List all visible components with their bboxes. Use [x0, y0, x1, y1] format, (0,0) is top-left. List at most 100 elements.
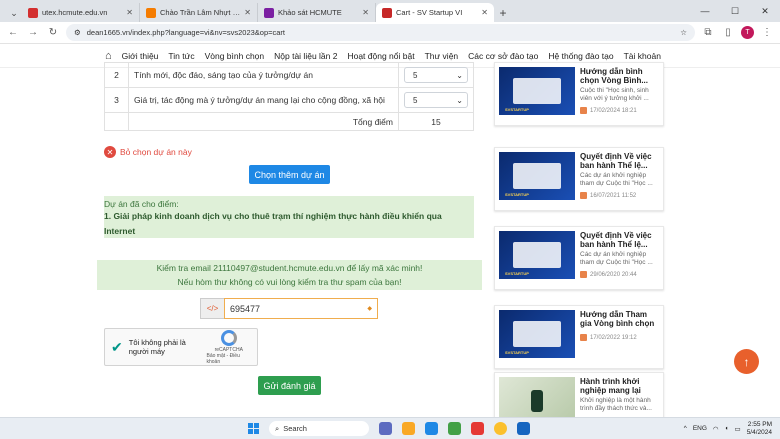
scroll-to-top-button[interactable]: ↑: [734, 349, 759, 374]
windows-taskbar: ⌕ Search ^ ENG ◠ ◖ ▭ 2:55 PM 5/4/2024: [0, 417, 780, 439]
nav-item-gioi-thieu[interactable]: Giới thiệu: [122, 51, 159, 61]
browser-tab-4[interactable]: Cart - SV Startup VI ✕: [376, 3, 494, 22]
taskbar-search-label: Search: [283, 424, 307, 433]
verification-code-input[interactable]: 695477 ◆: [224, 298, 378, 319]
caret-icon: ◆: [367, 306, 372, 312]
clock[interactable]: 2:55 PM 5/4/2024: [747, 421, 772, 437]
url-text: dean1665.vn/index.php?language=vi&nv=svs…: [86, 28, 286, 37]
news-desc: Cuộc thi "Học sinh, sinh viên với ý tưởn…: [580, 87, 649, 102]
choose-more-button[interactable]: Chọn thêm dự án: [249, 165, 330, 184]
new-tab-button[interactable]: +: [494, 3, 512, 22]
file-explorer-icon[interactable]: [402, 422, 415, 435]
news-card[interactable]: SVSTARTUP Quyết định Về việc ban hành Th…: [494, 147, 664, 211]
news-title: Quyết định Về việc ban hành Thể lệ...: [580, 231, 652, 249]
tab-title: Khảo sát HCMUTE: [278, 8, 342, 17]
wifi-icon[interactable]: ◠: [713, 425, 719, 433]
close-tab-icon[interactable]: ✕: [244, 8, 251, 17]
close-window-icon[interactable]: ✕: [750, 0, 780, 22]
news-desc: Khởi nghiệp là một hành trình đầy thách …: [580, 397, 652, 412]
nav-item-hoat-dong[interactable]: Hoạt động nổi bật: [347, 51, 414, 61]
score-select[interactable]: 5 ⌄: [404, 92, 468, 108]
score-cell: 5 ⌄: [398, 87, 474, 113]
url-input[interactable]: ⚙ dean1665.vn/index.php?language=vi&nv=s…: [66, 24, 695, 41]
chevron-down-icon: ⌄: [456, 95, 463, 105]
favicon-icon: [28, 7, 38, 18]
nav-item-he-thong-dao-tao[interactable]: Hệ thống đào tạo: [548, 51, 613, 61]
chrome-icon[interactable]: [494, 422, 507, 435]
bookmark-star-icon[interactable]: ☆: [680, 28, 687, 37]
score-value: 5: [413, 95, 418, 105]
windows-start-icon[interactable]: [248, 423, 259, 434]
remove-project-link[interactable]: ✕ Bỏ chọn dự án này: [104, 146, 192, 158]
news-date: 17/02/2024 18:21: [580, 107, 659, 114]
verify-line-1: Kiểm tra email 21110497@student.hcmute.e…: [156, 263, 423, 273]
main-content: 2 Tính mới, độc đáo, sáng tạo của ý tưởn…: [97, 62, 482, 395]
address-bar: ← → ↻ ⚙ dean1665.vn/index.php?language=v…: [0, 22, 780, 44]
recaptcha-text: Tôi không phải là người máy: [128, 338, 186, 356]
window-controls: — ☐ ✕: [690, 0, 780, 22]
news-title: Quyết định Về việc ban hành Thể lệ...: [580, 152, 652, 170]
reload-icon[interactable]: ↻: [46, 26, 60, 40]
remove-label: Bỏ chọn dự án này: [120, 147, 192, 157]
tray-arrow-icon[interactable]: ^: [684, 425, 687, 432]
site-info-icon[interactable]: ⚙: [74, 28, 81, 37]
nav-item-thu-vien[interactable]: Thư viện: [425, 51, 459, 61]
favicon-icon: [146, 7, 156, 18]
minimize-icon[interactable]: —: [690, 0, 720, 22]
battery-icon[interactable]: ▭: [735, 425, 741, 433]
news-card[interactable]: SVSTARTUP Quyết định Về việc ban hành Th…: [494, 226, 664, 290]
code-icon: </>: [200, 298, 224, 319]
word-icon[interactable]: [517, 422, 530, 435]
news-date: 29/06/2020 20:44: [580, 271, 659, 278]
language-indicator[interactable]: ENG: [693, 425, 707, 432]
score-table: 2 Tính mới, độc đáo, sáng tạo của ý tưởn…: [104, 62, 474, 131]
edge-icon[interactable]: [425, 422, 438, 435]
close-tab-icon[interactable]: ✕: [481, 8, 488, 17]
nav-item-vong-binh-chon[interactable]: Vòng bình chọn: [205, 51, 265, 61]
news-thumbnail: SVSTARTUP: [499, 231, 575, 279]
back-icon[interactable]: ←: [6, 26, 20, 40]
forward-icon[interactable]: →: [26, 26, 40, 40]
score-select[interactable]: 5 ⌄: [404, 67, 468, 83]
news-title: Hành trình khởi nghiệp mang lại cho...: [580, 377, 641, 395]
taskbar-search[interactable]: ⌕ Search: [269, 421, 369, 436]
recaptcha-links[interactable]: Bảo mật - Điều khoản: [207, 353, 252, 365]
news-card[interactable]: Hành trình khởi nghiệp mang lại cho... K…: [494, 372, 664, 418]
criterion-text: Tính mới, độc đáo, sáng tạo của ý tưởng/…: [128, 62, 399, 88]
sidepanel-icon[interactable]: ▯: [721, 26, 735, 40]
nav-item-nop-tai-lieu[interactable]: Nộp tài liệu lần 2: [274, 51, 337, 61]
nav-item-co-so-dao-tao[interactable]: Các cơ sở đào tạo: [468, 51, 538, 61]
news-card[interactable]: SVSTARTUP Hướng dẫn bình chọn Vòng Bình.…: [494, 62, 664, 126]
extensions-icon[interactable]: ⧉: [701, 26, 715, 40]
news-thumbnail: SVSTARTUP: [499, 310, 575, 358]
volume-icon[interactable]: ◖: [725, 425, 729, 432]
browser-tabstrip: ⌄ utex.hcmute.edu.vn ✕ Chào Trần Lâm Nhự…: [0, 0, 780, 22]
row-number: 2: [104, 62, 129, 88]
table-row: 3 Giá trị, tác động mà ý tưởng/dự án man…: [104, 87, 474, 113]
news-date-text: 16/07/2021 11:52: [590, 192, 637, 199]
profile-avatar[interactable]: T: [741, 26, 754, 39]
news-title: Hướng dẫn bình chọn Vòng Bình...: [580, 67, 648, 85]
checkmark-icon[interactable]: ✔: [111, 339, 123, 356]
chosen-label: Dự án đã cho điểm:: [104, 199, 179, 209]
browser-tab-3[interactable]: Khảo sát HCMUTE ✕: [258, 3, 376, 22]
close-tab-icon[interactable]: ✕: [362, 8, 369, 17]
news-desc: Các dự án khởi nghiệp tham dự Cuộc thi "…: [580, 251, 653, 266]
news-card[interactable]: SVSTARTUP Hướng dẫn Tham gia Vòng bình c…: [494, 305, 664, 369]
criterion-text: Giá trị, tác động mà ý tưởng/dự án mang …: [128, 87, 399, 113]
nav-item-tin-tuc[interactable]: Tin tức: [168, 51, 194, 61]
app-icon[interactable]: [471, 422, 484, 435]
nav-item-tai-khoan[interactable]: Tài khoản: [624, 51, 661, 61]
store-icon[interactable]: [448, 422, 461, 435]
browser-tab-1[interactable]: utex.hcmute.edu.vn ✕: [22, 3, 140, 22]
verification-code-field: </> 695477 ◆: [200, 298, 378, 319]
browser-tab-2[interactable]: Chào Trần Lâm Nhựt Khang! Cá ✕: [140, 3, 258, 22]
home-icon[interactable]: ⌂: [105, 50, 112, 62]
menu-icon[interactable]: ⋮: [760, 26, 774, 40]
maximize-icon[interactable]: ☐: [720, 0, 750, 22]
tab-list-icon[interactable]: ⌄: [6, 4, 22, 22]
submit-review-button[interactable]: Gửi đánh giá: [258, 376, 321, 395]
task-view-icon[interactable]: [379, 422, 392, 435]
calendar-icon: [580, 334, 587, 341]
close-tab-icon[interactable]: ✕: [126, 8, 133, 17]
